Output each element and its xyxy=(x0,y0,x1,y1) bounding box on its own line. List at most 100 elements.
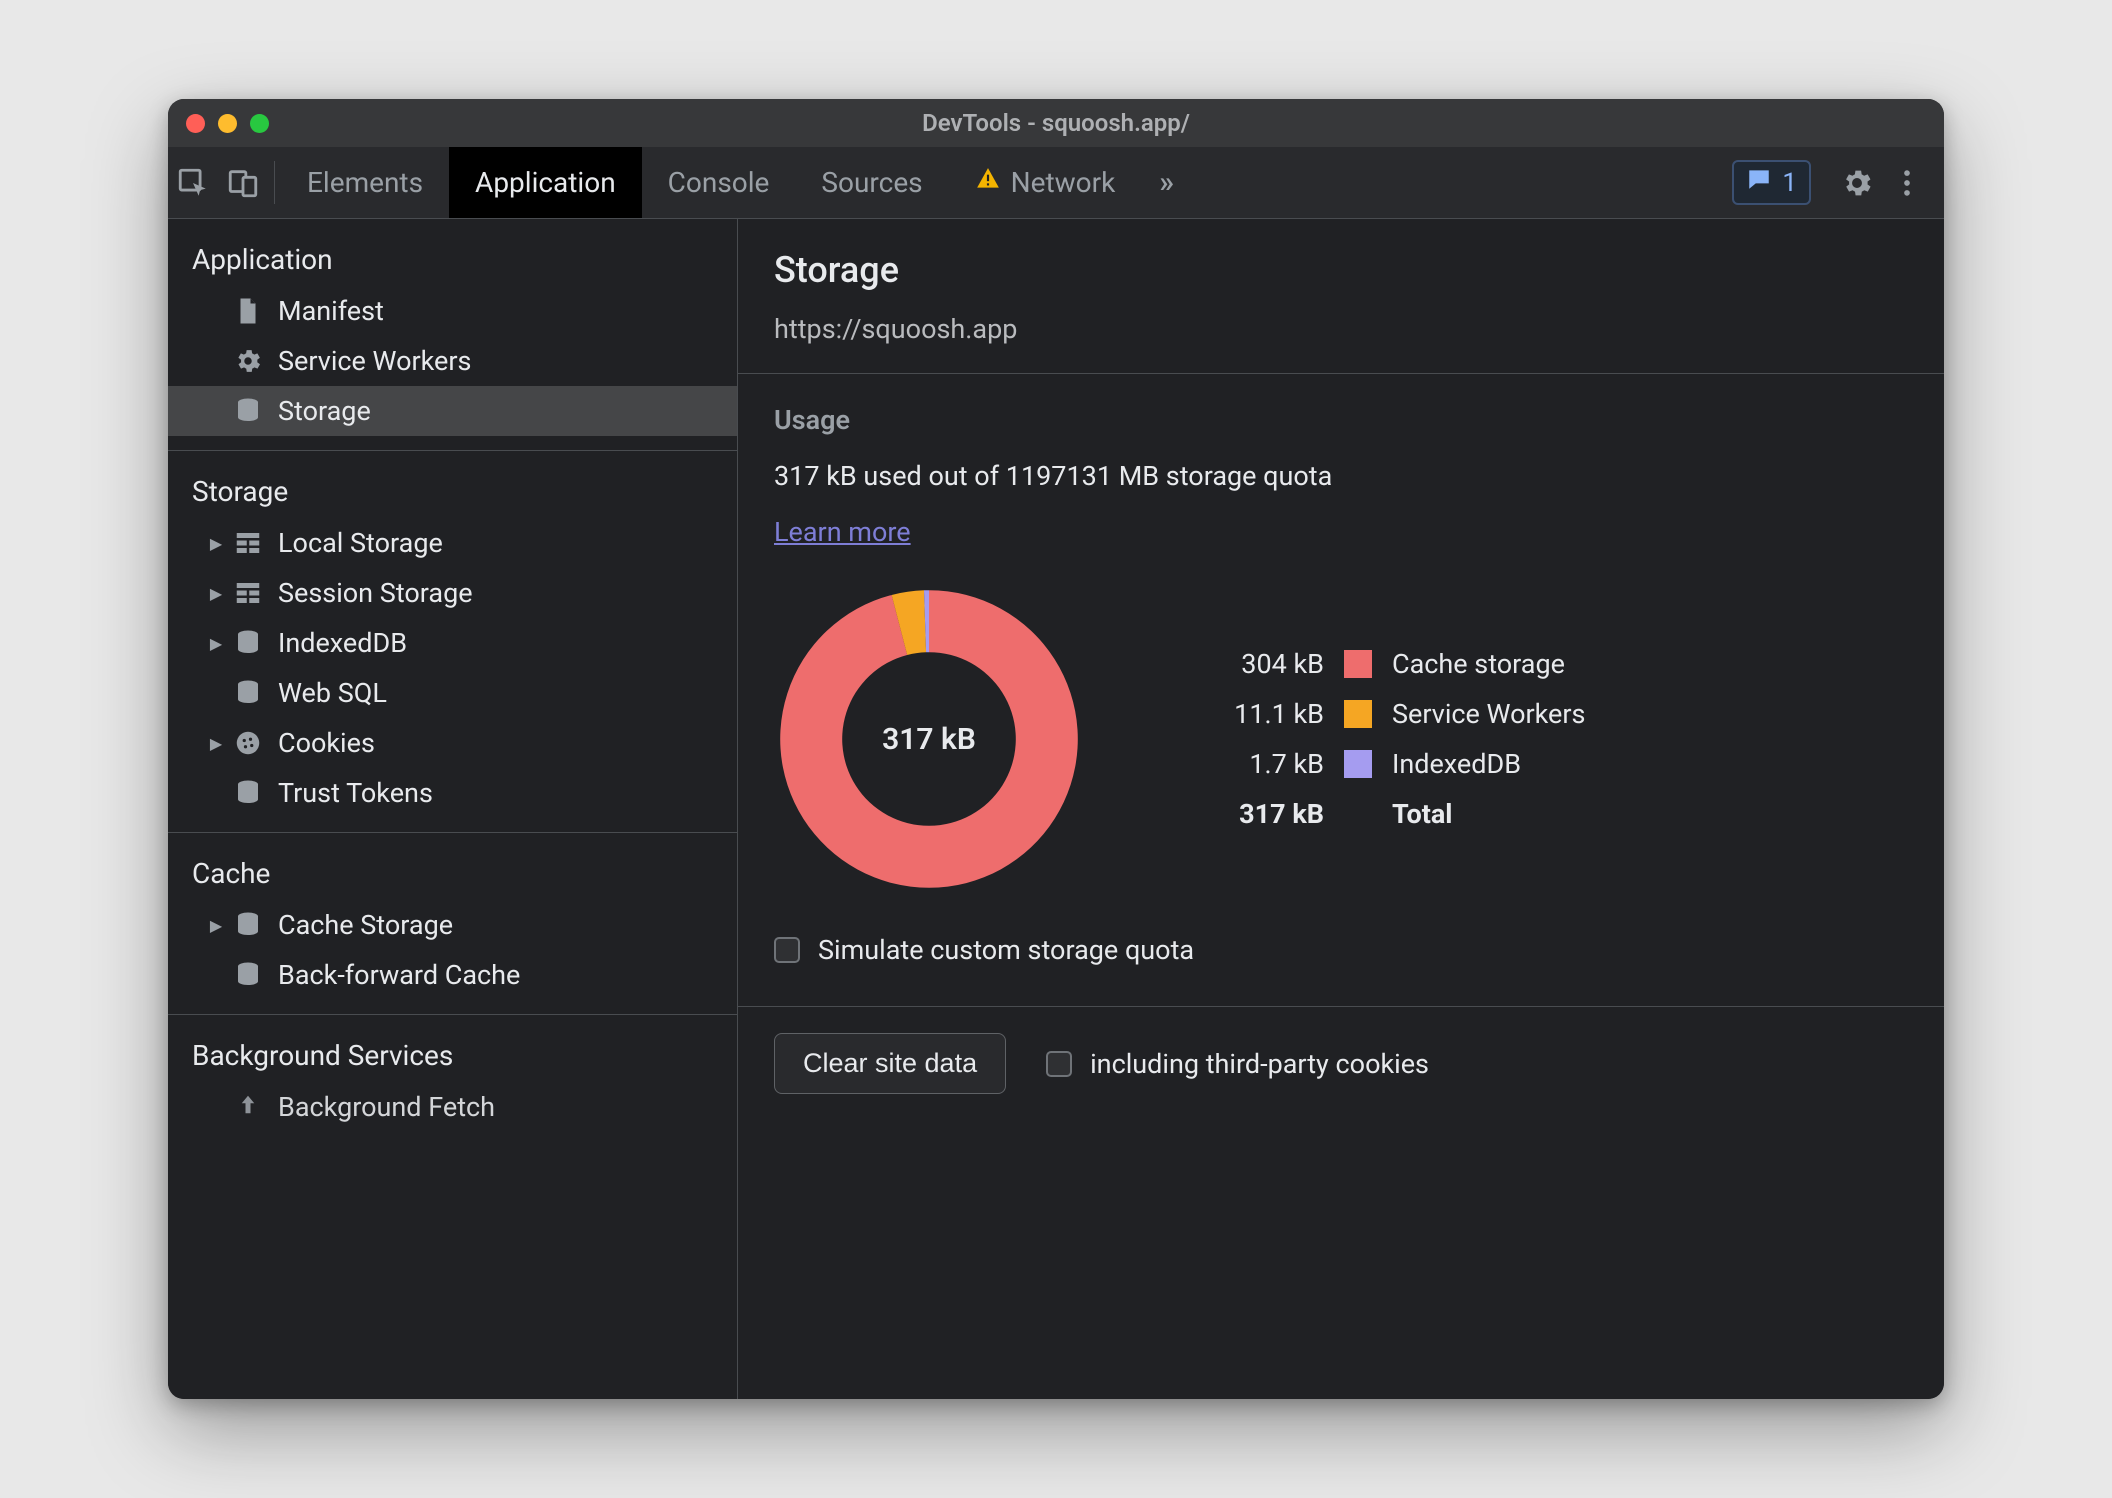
sidebar-item-session-storage[interactable]: Session Storage xyxy=(168,568,737,618)
table-icon xyxy=(232,577,264,609)
sidebar-item-trust-tokens[interactable]: Trust Tokens xyxy=(168,768,737,818)
chevron-right-icon xyxy=(206,634,226,653)
legend-size: 1.7 kB xyxy=(1204,748,1324,780)
more-tabs-button[interactable]: » xyxy=(1141,147,1192,218)
chevron-right-icon xyxy=(206,534,226,553)
database-icon xyxy=(232,627,264,659)
chevron-right-double-icon: » xyxy=(1159,165,1174,200)
sidebar-item-label: Back-forward Cache xyxy=(278,959,520,991)
kebab-menu-button[interactable] xyxy=(1882,166,1932,200)
chat-icon xyxy=(1746,166,1772,199)
sidebar-item-label: Local Storage xyxy=(278,527,443,559)
tab-application[interactable]: Application xyxy=(449,147,642,218)
settings-button[interactable] xyxy=(1832,166,1882,200)
tab-console[interactable]: Console xyxy=(642,147,796,218)
tab-divider xyxy=(274,161,275,204)
inspect-element-button[interactable] xyxy=(168,147,218,218)
sidebar-item-bf-cache[interactable]: Back-forward Cache xyxy=(168,950,737,1000)
simulate-quota-label: Simulate custom storage quota xyxy=(818,934,1194,966)
close-window-button[interactable] xyxy=(186,114,205,133)
donut-center-label: 317 kB xyxy=(774,584,1084,894)
sidebar-item-indexeddb[interactable]: IndexedDB xyxy=(168,618,737,668)
chevron-right-icon xyxy=(206,916,226,935)
sidebar-item-label: Storage xyxy=(278,395,371,427)
issues-count: 1 xyxy=(1782,168,1797,198)
sidebar-item-web-sql[interactable]: Web SQL xyxy=(168,668,737,718)
device-toggle-button[interactable] xyxy=(218,147,268,218)
window-controls xyxy=(186,114,269,133)
gear-icon xyxy=(232,345,264,377)
legend-label: Service Workers xyxy=(1392,698,1585,730)
database-icon xyxy=(232,395,264,427)
sidebar: Application Manifest Service Workers xyxy=(168,219,738,1399)
upload-icon xyxy=(232,1091,264,1123)
sidebar-item-background-fetch[interactable]: Background Fetch xyxy=(168,1082,737,1132)
devtools-window: DevTools - squoosh.app/ Elements Applica… xyxy=(168,99,1944,1399)
sidebar-item-label: Manifest xyxy=(278,295,384,327)
tab-network[interactable]: Network xyxy=(949,147,1142,218)
legend-total-label: Total xyxy=(1392,798,1585,830)
database-icon xyxy=(232,909,264,941)
usage-summary: 317 kB used out of 1197131 MB storage qu… xyxy=(774,460,1908,492)
clear-site-data-button[interactable]: Clear site data xyxy=(774,1033,1006,1094)
sidebar-item-label: Trust Tokens xyxy=(278,777,433,809)
sidebar-item-cookies[interactable]: Cookies xyxy=(168,718,737,768)
third-party-cookies-option: including third-party cookies xyxy=(1046,1048,1429,1080)
legend-label: IndexedDB xyxy=(1392,748,1585,780)
sidebar-item-label: Background Fetch xyxy=(278,1091,495,1123)
tab-sources[interactable]: Sources xyxy=(795,147,948,218)
clear-row: Clear site data including third-party co… xyxy=(738,1007,1944,1120)
database-icon xyxy=(232,677,264,709)
simulate-quota-checkbox[interactable] xyxy=(774,937,800,963)
origin-url: https://squoosh.app xyxy=(774,313,1908,345)
usage-section: Usage 317 kB used out of 1197131 MB stor… xyxy=(738,374,1944,1007)
main-header: Storage https://squoosh.app xyxy=(738,219,1944,374)
third-party-cookies-label: including third-party cookies xyxy=(1090,1048,1429,1080)
usage-legend: 304 kB Cache storage 11.1 kB Service Wor… xyxy=(1204,648,1585,830)
learn-more-link[interactable]: Learn more xyxy=(774,516,911,548)
sidebar-item-cache-storage[interactable]: Cache Storage xyxy=(168,900,737,950)
document-icon xyxy=(232,295,264,327)
legend-swatch-sw xyxy=(1344,700,1372,728)
issues-badge[interactable]: 1 xyxy=(1732,160,1811,205)
usage-heading: Usage xyxy=(774,404,1908,436)
database-icon xyxy=(232,959,264,991)
sidebar-item-local-storage[interactable]: Local Storage xyxy=(168,518,737,568)
legend-size: 304 kB xyxy=(1204,648,1324,680)
third-party-cookies-checkbox[interactable] xyxy=(1046,1051,1072,1077)
chevron-right-icon xyxy=(206,734,226,753)
sidebar-item-label: Web SQL xyxy=(278,677,387,709)
legend-total-size: 317 kB xyxy=(1204,798,1324,830)
warning-icon xyxy=(975,166,1001,199)
legend-swatch-idb xyxy=(1344,750,1372,778)
sidebar-item-storage[interactable]: Storage xyxy=(168,386,737,436)
legend-label: Cache storage xyxy=(1392,648,1585,680)
database-icon xyxy=(232,777,264,809)
toolbar-right: 1 xyxy=(1732,147,1944,218)
sidebar-group-title: Background Services xyxy=(168,1029,737,1082)
sidebar-item-label: Cache Storage xyxy=(278,909,453,941)
sidebar-item-label: Session Storage xyxy=(278,577,473,609)
chevron-right-icon xyxy=(206,584,226,603)
sidebar-group-storage: Storage Local Storage Session Storage In… xyxy=(168,451,737,833)
window-title: DevTools - squoosh.app/ xyxy=(168,109,1944,137)
titlebar: DevTools - squoosh.app/ xyxy=(168,99,1944,147)
tab-elements[interactable]: Elements xyxy=(281,147,449,218)
legend-swatch-cache xyxy=(1344,650,1372,678)
sidebar-group-title: Cache xyxy=(168,847,737,900)
chart-row: 317 kB 304 kB Cache storage 11.1 kB Serv… xyxy=(774,584,1908,894)
sidebar-group-cache: Cache Cache Storage Back-forward Cache xyxy=(168,833,737,1015)
sidebar-item-manifest[interactable]: Manifest xyxy=(168,286,737,336)
sidebar-group-title: Storage xyxy=(168,465,737,518)
sidebar-item-service-workers[interactable]: Service Workers xyxy=(168,336,737,386)
main-tabs: Elements Application Console Sources Net… xyxy=(168,147,1944,219)
usage-donut-chart: 317 kB xyxy=(774,584,1084,894)
minimize-window-button[interactable] xyxy=(218,114,237,133)
table-icon xyxy=(232,527,264,559)
content: Application Manifest Service Workers xyxy=(168,219,1944,1399)
maximize-window-button[interactable] xyxy=(250,114,269,133)
legend-size: 11.1 kB xyxy=(1204,698,1324,730)
sidebar-group-title: Application xyxy=(168,233,737,286)
simulate-quota-row: Simulate custom storage quota xyxy=(774,934,1908,966)
page-title: Storage xyxy=(774,249,1908,291)
